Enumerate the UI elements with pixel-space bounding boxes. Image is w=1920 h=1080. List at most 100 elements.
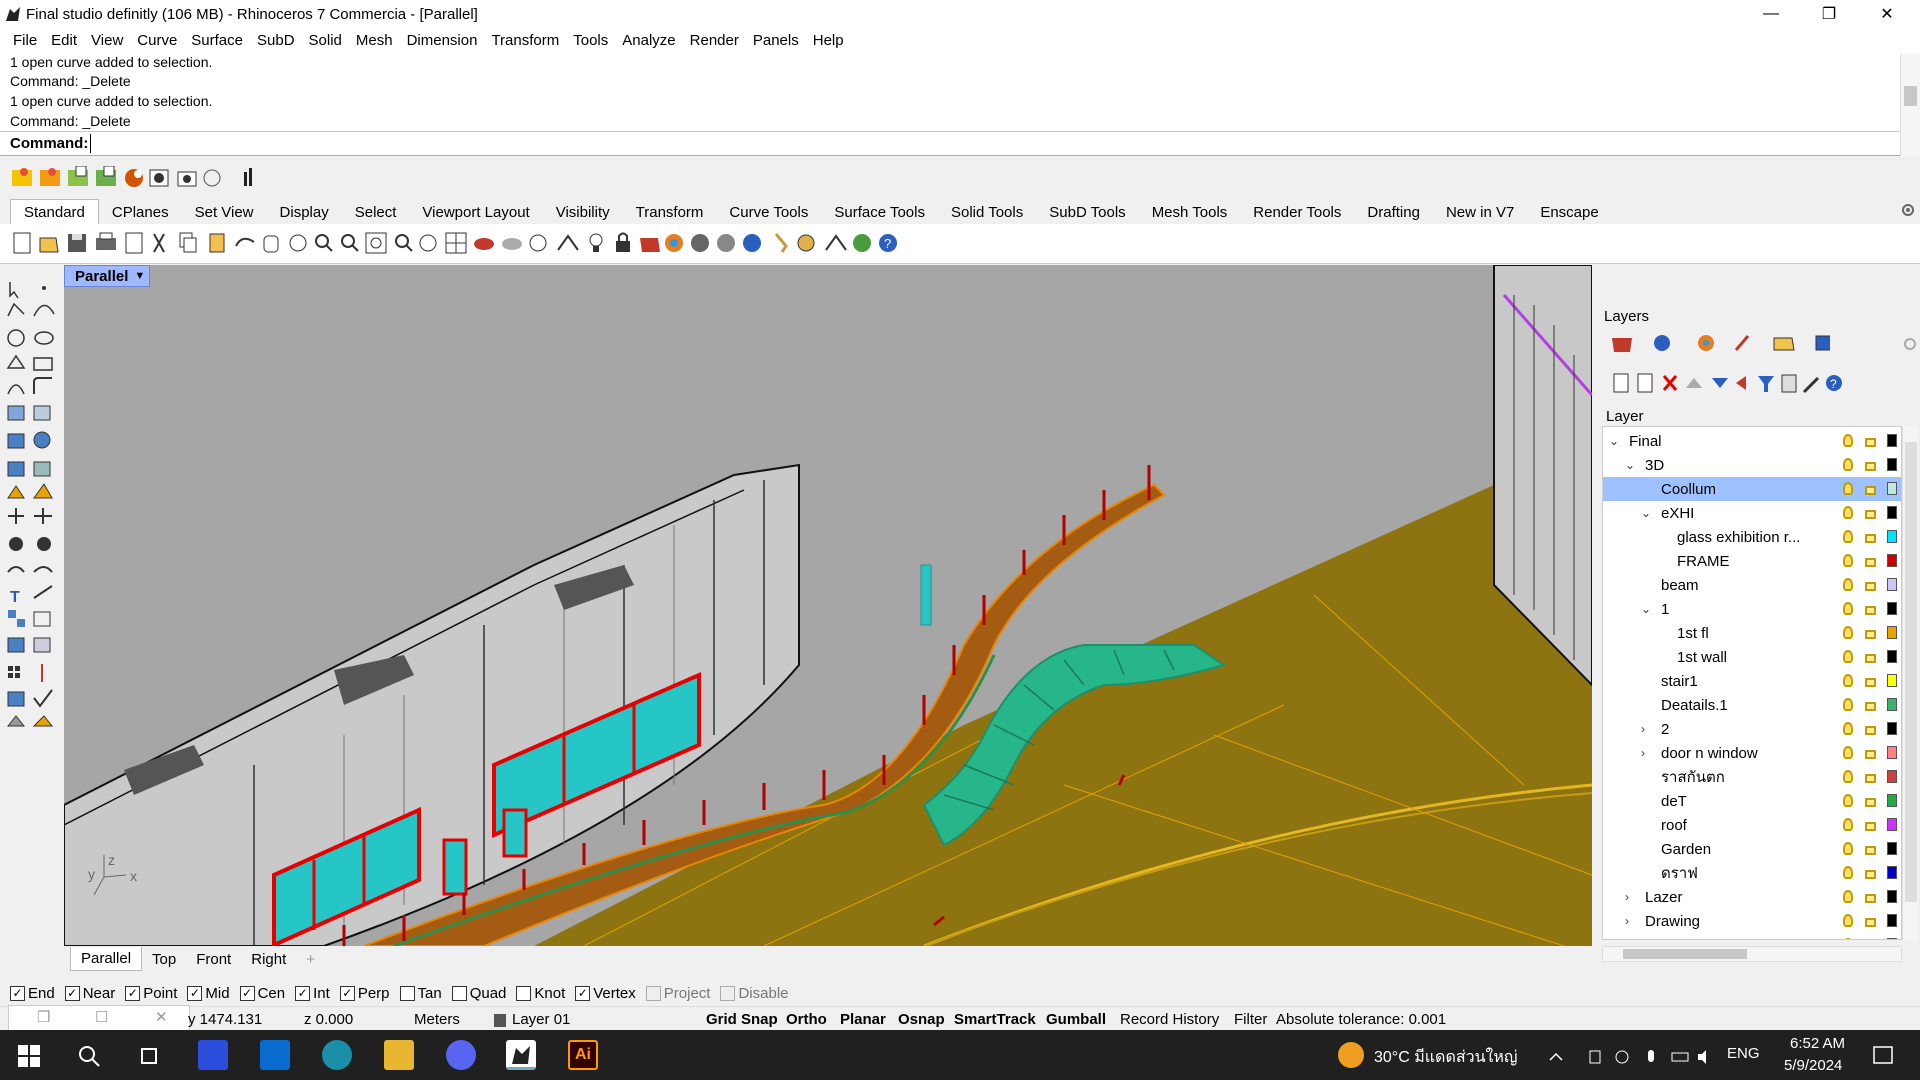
paste-icon[interactable] xyxy=(209,233,225,253)
chevron-right-icon[interactable]: › xyxy=(1625,914,1629,928)
mirror-icon[interactable] xyxy=(7,566,25,573)
globe-icon[interactable] xyxy=(853,234,871,252)
rotate-view-icon[interactable] xyxy=(289,234,307,252)
lock-icon[interactable] xyxy=(1865,558,1876,567)
lock-icon[interactable] xyxy=(1865,894,1876,903)
tab-visibility[interactable]: Visibility xyxy=(543,200,623,224)
analyze-icon[interactable] xyxy=(7,691,25,707)
gumball-toggle[interactable]: Gumball xyxy=(1046,1011,1106,1028)
layer-color-swatch[interactable] xyxy=(1887,842,1897,855)
layer-color-swatch[interactable] xyxy=(1887,674,1897,687)
add-viewport-tab-icon[interactable]: + xyxy=(296,948,325,971)
bulb-icon[interactable] xyxy=(1843,674,1853,687)
move-down-icon[interactable] xyxy=(1712,378,1728,388)
layer-color-swatch[interactable] xyxy=(1887,434,1897,447)
layer-color-swatch[interactable] xyxy=(1887,746,1897,759)
lock-icon[interactable] xyxy=(1865,774,1876,783)
texture-icon[interactable] xyxy=(96,166,116,186)
checkbox[interactable]: ✓ xyxy=(187,985,203,1001)
device-icon[interactable] xyxy=(1589,1050,1601,1064)
material-tab-icon[interactable] xyxy=(1734,335,1750,351)
array-icon[interactable] xyxy=(8,666,20,678)
notification-icon[interactable] xyxy=(1872,1045,1894,1067)
edge-icon[interactable] xyxy=(322,1040,352,1070)
stats-icon[interactable] xyxy=(244,168,252,186)
light-icon[interactable] xyxy=(149,169,169,187)
bulb-icon[interactable] xyxy=(1843,434,1853,447)
clock-time[interactable]: 6:52 AM xyxy=(1790,1035,1845,1052)
explorer-icon[interactable] xyxy=(384,1040,414,1070)
lock-icon[interactable] xyxy=(1865,822,1876,831)
layer-row[interactable]: deT xyxy=(1603,789,1901,813)
grasshopper-icon[interactable] xyxy=(825,234,847,251)
smarttrack-toggle[interactable]: SmartTrack xyxy=(954,1011,1036,1028)
trim-icon[interactable] xyxy=(33,566,53,573)
bulb-icon[interactable] xyxy=(1843,866,1853,879)
solid-edit-icon[interactable] xyxy=(7,637,25,653)
layer-vscroll-thumb[interactable] xyxy=(1905,442,1917,902)
osnap-tan[interactable]: Tan xyxy=(399,985,442,1002)
bulb-icon[interactable] xyxy=(1843,842,1853,855)
bulb-icon[interactable] xyxy=(1843,506,1853,519)
bulb-icon[interactable] xyxy=(1843,554,1853,567)
tools-icon[interactable] xyxy=(1802,376,1820,394)
tab-new-in-v7[interactable]: New in V7 xyxy=(1433,200,1527,224)
layer-row[interactable]: › door n window xyxy=(1603,741,1901,765)
menu-item-surface[interactable]: Surface xyxy=(184,28,250,54)
move-icon[interactable] xyxy=(8,508,24,524)
layer-color-swatch[interactable] xyxy=(1887,482,1897,495)
pan-icon[interactable] xyxy=(263,235,279,253)
properties-tab-icon[interactable] xyxy=(1654,335,1670,351)
menu-item-tools[interactable]: Tools xyxy=(566,28,615,54)
lock-icon[interactable] xyxy=(1865,918,1876,927)
chevron-down-icon[interactable]: ⌄ xyxy=(1641,602,1651,616)
menu-item-render[interactable]: Render xyxy=(683,28,746,54)
lock-icon[interactable] xyxy=(1865,510,1876,519)
tab-mesh-tools[interactable]: Mesh Tools xyxy=(1139,200,1241,224)
new-icon[interactable] xyxy=(13,232,31,254)
task-view-icon[interactable] xyxy=(138,1045,160,1067)
tab-drafting[interactable]: Drafting xyxy=(1354,200,1433,224)
grid-snap-toggle[interactable]: Grid Snap xyxy=(706,1011,778,1028)
lock-icon[interactable] xyxy=(1865,846,1876,855)
layer-row[interactable]: 1st fl xyxy=(1603,621,1901,645)
layer-color-swatch[interactable] xyxy=(1887,866,1897,879)
illustrator-icon[interactable]: Ai xyxy=(568,1040,598,1070)
paint-icon[interactable] xyxy=(32,715,54,727)
layer-row[interactable]: ⌄ UPDATE xyxy=(1603,933,1901,939)
command-input[interactable] xyxy=(90,134,1870,153)
layer-color-swatch[interactable] xyxy=(1887,818,1897,831)
lock-icon[interactable] xyxy=(1865,654,1876,663)
network-tray-icon[interactable] xyxy=(1615,1050,1629,1064)
bulb-icon[interactable] xyxy=(1843,530,1853,543)
planar-toggle[interactable]: Planar xyxy=(840,1011,886,1028)
lock-icon[interactable] xyxy=(1865,606,1876,615)
mic-icon[interactable] xyxy=(1648,1050,1654,1062)
zoom-selected-icon[interactable] xyxy=(395,234,413,252)
cplane-icon[interactable] xyxy=(529,234,547,252)
open-icon[interactable] xyxy=(39,237,59,253)
new-layer-icon[interactable] xyxy=(1613,373,1629,393)
lock-icon[interactable] xyxy=(616,232,630,253)
layer-row[interactable]: stair1 xyxy=(1603,669,1901,693)
windows-start-icon[interactable] xyxy=(18,1045,40,1067)
osnap-point[interactable]: ✓ Point xyxy=(125,985,177,1002)
layer-row[interactable]: glass exhibition r... xyxy=(1603,525,1901,549)
lock-icon[interactable] xyxy=(1865,582,1876,591)
curve-icon[interactable] xyxy=(33,304,55,317)
menu-item-edit[interactable]: Edit xyxy=(44,28,84,54)
copy-tool-icon[interactable] xyxy=(34,508,52,524)
box-icon[interactable] xyxy=(7,433,25,449)
layer-color-swatch[interactable] xyxy=(1887,506,1897,519)
shaded-icon[interactable] xyxy=(474,238,494,250)
weather-icon[interactable] xyxy=(1338,1042,1364,1068)
chevron-right-icon[interactable]: › xyxy=(1625,890,1629,904)
tab-render-tools[interactable]: Render Tools xyxy=(1240,200,1354,224)
filter-toggle[interactable]: Filter xyxy=(1234,1011,1267,1028)
layer-row[interactable]: beam xyxy=(1603,573,1901,597)
tab-curve-tools[interactable]: Curve Tools xyxy=(716,200,821,224)
layer-color-swatch[interactable] xyxy=(1887,698,1897,711)
bulb-icon[interactable] xyxy=(1843,458,1853,471)
close-float-icon[interactable]: ✕ xyxy=(155,1008,168,1026)
discord-icon[interactable] xyxy=(446,1040,476,1070)
